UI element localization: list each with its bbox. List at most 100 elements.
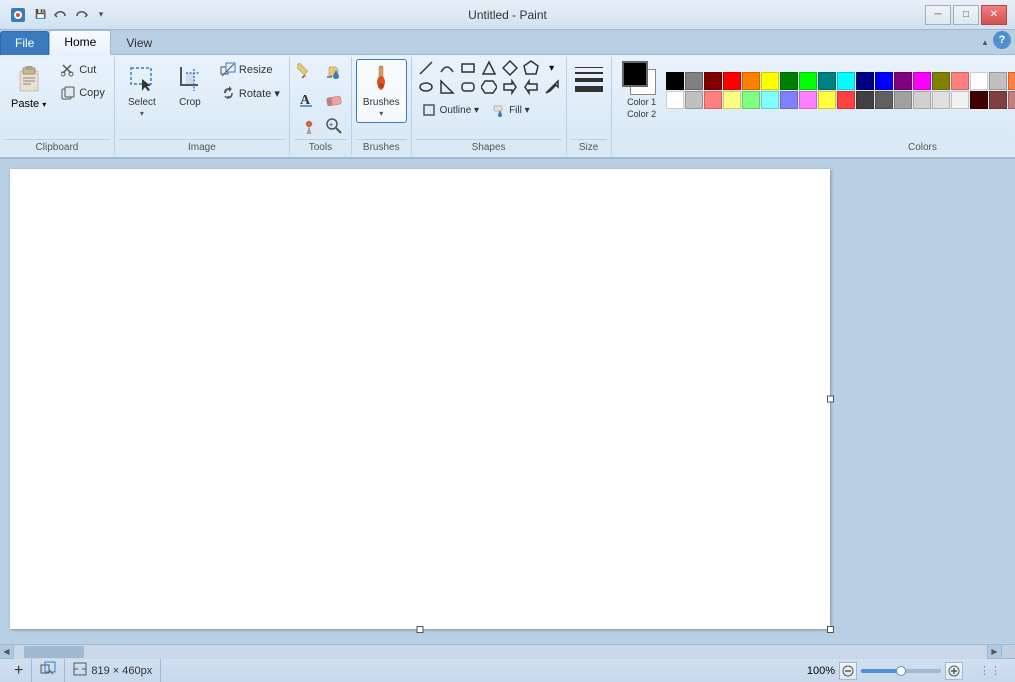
text-tool[interactable]: A [294,86,320,112]
size-line-3[interactable] [575,78,603,82]
palette-color-0-0[interactable] [666,72,684,90]
scroll-right-btn[interactable]: ▶ [987,645,1001,659]
palette-color-1-16[interactable] [970,91,988,109]
color1-label[interactable]: Color 1 [627,97,656,107]
palette-color-1-2[interactable] [704,91,722,109]
scroll-left-btn[interactable]: ◀ [0,645,14,659]
shape-diamond[interactable] [500,59,520,77]
cut-button[interactable]: Cut [55,59,110,81]
palette-color-1-17[interactable] [989,91,1007,109]
palette-color-0-16[interactable] [970,72,988,90]
resize-button[interactable]: Resize [215,59,285,81]
palette-color-1-7[interactable] [799,91,817,109]
palette-color-1-18[interactable] [1008,91,1015,109]
color1-box[interactable] [622,61,648,87]
palette-color-0-15[interactable] [951,72,969,90]
resize-handle-corner[interactable] [827,626,834,633]
palette-color-0-1[interactable] [685,72,703,90]
size-line-1[interactable] [575,67,603,68]
palette-color-0-14[interactable] [932,72,950,90]
palette-color-1-1[interactable] [685,91,703,109]
pencil-tool[interactable] [294,59,320,85]
scrollbar-thumb[interactable] [24,646,84,658]
horizontal-scrollbar[interactable]: ◀ ▶ [0,644,1015,658]
maximize-button[interactable]: □ [953,5,979,25]
add-icon[interactable]: + [14,662,23,680]
help-button[interactable]: ? [993,31,1011,49]
redo-quick-btn[interactable] [72,6,90,24]
zoom-slider[interactable] [861,669,941,673]
palette-color-1-12[interactable] [894,91,912,109]
palette-color-0-3[interactable] [723,72,741,90]
palette-color-1-4[interactable] [742,91,760,109]
palette-color-1-3[interactable] [723,91,741,109]
rotate-button[interactable]: Rotate ▾ [215,82,285,104]
palette-color-0-13[interactable] [913,72,931,90]
shape-pentagon[interactable] [521,59,541,77]
color2-label[interactable]: Color 2 [627,109,656,119]
shape-curve[interactable] [437,59,457,77]
ribbon-collapse-btn[interactable]: ▲ [977,34,993,50]
palette-color-1-10[interactable] [856,91,874,109]
palette-color-0-4[interactable] [742,72,760,90]
paint-canvas[interactable] [10,169,830,629]
palette-color-0-11[interactable] [875,72,893,90]
palette-color-0-6[interactable] [780,72,798,90]
palette-color-1-9[interactable] [837,91,855,109]
shape-arrow-left[interactable] [521,78,541,96]
magnify-tool[interactable]: + [321,113,347,139]
palette-color-0-5[interactable] [761,72,779,90]
paste-button[interactable]: Paste ▾ [4,59,53,114]
palette-color-0-8[interactable] [818,72,836,90]
copy-button[interactable]: Copy [55,82,110,104]
resize-handle-right[interactable] [827,396,834,403]
dropdown-quick-btn[interactable]: ▾ [92,6,110,24]
tab-view[interactable]: View [111,31,167,55]
size-line-2[interactable] [575,72,603,74]
palette-color-1-5[interactable] [761,91,779,109]
palette-color-0-10[interactable] [856,72,874,90]
tab-home[interactable]: Home [49,30,111,55]
zoom-slider-thumb[interactable] [896,666,906,676]
palette-color-0-9[interactable] [837,72,855,90]
palette-color-1-0[interactable] [666,91,684,109]
palette-color-1-6[interactable] [780,91,798,109]
palette-color-1-14[interactable] [932,91,950,109]
crop-button[interactable]: Crop [167,59,213,113]
palette-color-1-15[interactable] [951,91,969,109]
size-line-4[interactable] [575,86,603,92]
zoom-in-button[interactable] [945,662,963,680]
shape-right-triangle[interactable] [437,78,457,96]
shape-hexagon[interactable] [479,78,499,96]
fill-button[interactable]: Fill ▾ [485,99,535,121]
brushes-button[interactable]: Brushes ▾ [356,59,407,123]
tab-file[interactable]: File [0,31,49,55]
undo-quick-btn[interactable] [52,6,70,24]
shape-diagonal-line[interactable] [416,59,436,77]
shape-arrow-right[interactable] [500,78,520,96]
color-picker-tool[interactable] [294,113,320,139]
resize-handle-bottom[interactable] [417,626,424,633]
close-button[interactable]: ✕ [981,5,1007,25]
select-button[interactable]: Select ▾ [119,59,165,123]
palette-color-0-2[interactable] [704,72,722,90]
palette-color-1-13[interactable] [913,91,931,109]
scrollbar-track[interactable] [14,645,987,659]
shape-rectangle[interactable] [458,59,478,77]
save-quick-btn[interactable]: 💾 [32,6,50,24]
outline-button[interactable]: Outline ▾ [416,99,484,121]
palette-color-1-11[interactable] [875,91,893,109]
fill-tool[interactable] [321,59,347,85]
palette-color-0-18[interactable] [1008,72,1015,90]
palette-color-0-17[interactable] [989,72,1007,90]
palette-color-0-7[interactable] [799,72,817,90]
eraser-tool[interactable] [321,86,347,112]
shape-triangle[interactable] [479,59,499,77]
shape-arrow-upright[interactable] [542,78,562,96]
minimize-button[interactable]: ─ [925,5,951,25]
shape-ellipse[interactable] [416,78,436,96]
canvas-container[interactable] [0,159,1015,644]
shape-rounded-rect[interactable] [458,78,478,96]
zoom-out-button[interactable] [839,662,857,680]
shapes-more-btn[interactable]: ▾ [542,59,562,77]
